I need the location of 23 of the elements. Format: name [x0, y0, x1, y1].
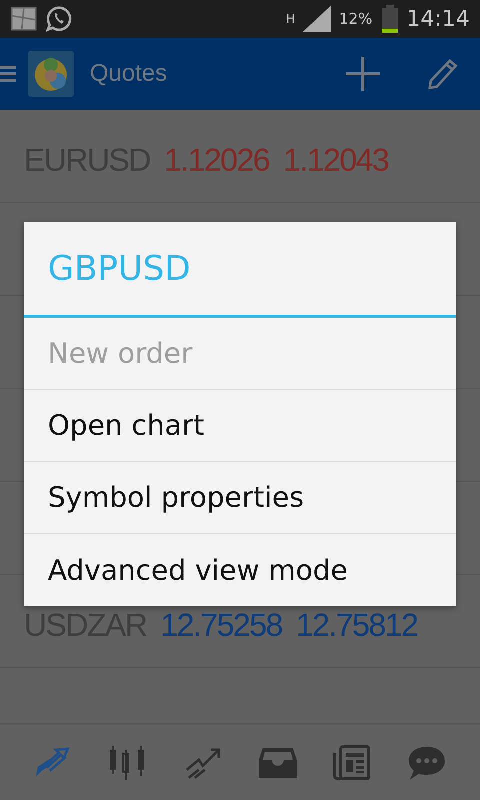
network-type-indicator: H — [286, 12, 296, 26]
screen-title: Quotes — [90, 60, 168, 88]
dialog-title: GBPUSD — [24, 222, 456, 318]
menu-icon[interactable] — [0, 66, 16, 82]
menu-item[interactable]: Open chart — [24, 390, 456, 462]
battery-icon — [380, 5, 399, 33]
phone-chat-icon — [46, 6, 72, 32]
ask-price: 1.12043 — [283, 142, 388, 178]
signal-icon — [303, 6, 332, 32]
battery-percent: 12% — [339, 10, 373, 28]
inbox-icon — [259, 746, 298, 780]
app-logo-icon — [28, 51, 74, 97]
menu-item[interactable]: Symbol properties — [24, 462, 456, 534]
edit-icon[interactable] — [428, 58, 458, 90]
gallery-icon — [10, 6, 38, 32]
add-icon[interactable] — [346, 57, 380, 91]
double-arrow-icon — [34, 746, 72, 778]
clock: 14:14 — [406, 6, 470, 32]
chat-icon — [408, 744, 446, 780]
ask-price: 12.75812 — [296, 607, 418, 643]
bid-price: 12.75258 — [160, 607, 282, 643]
newspaper-icon — [333, 744, 372, 780]
bid-price: 1.12026 — [164, 142, 270, 178]
